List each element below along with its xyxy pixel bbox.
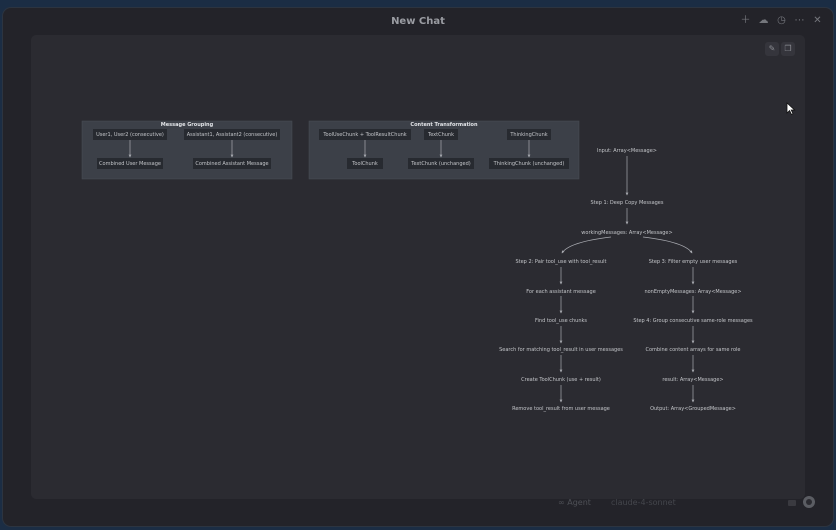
- diagram-node: ThinkingChunk (unchanged): [493, 161, 565, 167]
- diagram-node: TextChunk (unchanged): [410, 161, 470, 167]
- message-grouping-group: Message Grouping User1, User2 (consecuti…: [81, 120, 293, 180]
- flow-non-empty: nonEmptyMessages: Array<Message>: [644, 289, 741, 295]
- diagram-node: ToolUseChunk + ToolResultChunk: [322, 132, 406, 138]
- arrow: [561, 236, 612, 254]
- flow-each-assistant: For each assistant message: [526, 289, 596, 295]
- content-transformation-title: Content Transformation: [410, 122, 478, 128]
- diagram-node: ToolChunk: [351, 161, 378, 167]
- flow-working-messages: workingMessages: Array<Message>: [581, 230, 672, 236]
- diagram-node: Combined User Message: [99, 161, 161, 167]
- diagram: Message Grouping User1, User2 (consecuti…: [81, 120, 753, 412]
- flow-step-1: Step 1: Deep Copy Messages: [591, 200, 664, 206]
- diagram-node: ThinkingChunk: [509, 132, 547, 138]
- composer-bar: ∞ Agent claude-4-sonnet: [553, 496, 823, 516]
- main-flow: Input: Array<Message> Step 1: Deep Copy …: [499, 148, 753, 412]
- content-transformation-group: Content Transformation ToolUseChunk + To…: [308, 120, 580, 180]
- send-button[interactable]: [803, 496, 815, 508]
- image-icon[interactable]: [788, 500, 796, 506]
- agent-mode-toggle[interactable]: ∞ Agent: [558, 498, 591, 507]
- flow-combine: Combine content arrays for same role: [646, 347, 741, 353]
- chat-window: New Chat ＋ ☁ ◷ ⋯ ✕ ✎ ❐ Message Grouping …: [3, 8, 833, 526]
- flow-step-4: Step 4: Group consecutive same-role mess…: [633, 318, 753, 324]
- arrow: [642, 236, 693, 254]
- flow-input: Input: Array<Message>: [597, 148, 657, 154]
- flow-create-toolchunk: Create ToolChunk (use + result): [521, 377, 601, 383]
- diagram-node: Assistant1, Assistant2 (consecutive): [187, 132, 278, 138]
- message-grouping-title: Message Grouping: [161, 122, 214, 128]
- diagram-node: User1, User2 (consecutive): [96, 132, 164, 138]
- model-selector[interactable]: claude-4-sonnet: [611, 498, 676, 507]
- flow-remove-result: Remove tool_result from user message: [512, 406, 610, 412]
- flow-result: result: Array<Message>: [662, 377, 723, 383]
- flow-find-chunks: Find tool_use chunks: [535, 318, 587, 324]
- diagram-node: TextChunk: [427, 132, 454, 138]
- agent-label: Agent: [567, 498, 591, 507]
- flow-output: Output: Array<GroupedMessage>: [650, 406, 736, 412]
- diagram-node: Combined Assistant Message: [195, 161, 268, 167]
- flow-step-3: Step 3: Filter empty user messages: [649, 259, 738, 265]
- mouse-cursor-icon: [786, 102, 796, 115]
- flow-step-2: Step 2: Pair tool_use with tool_result: [515, 259, 606, 265]
- flow-search-matching: Search for matching tool_result in user …: [499, 347, 623, 353]
